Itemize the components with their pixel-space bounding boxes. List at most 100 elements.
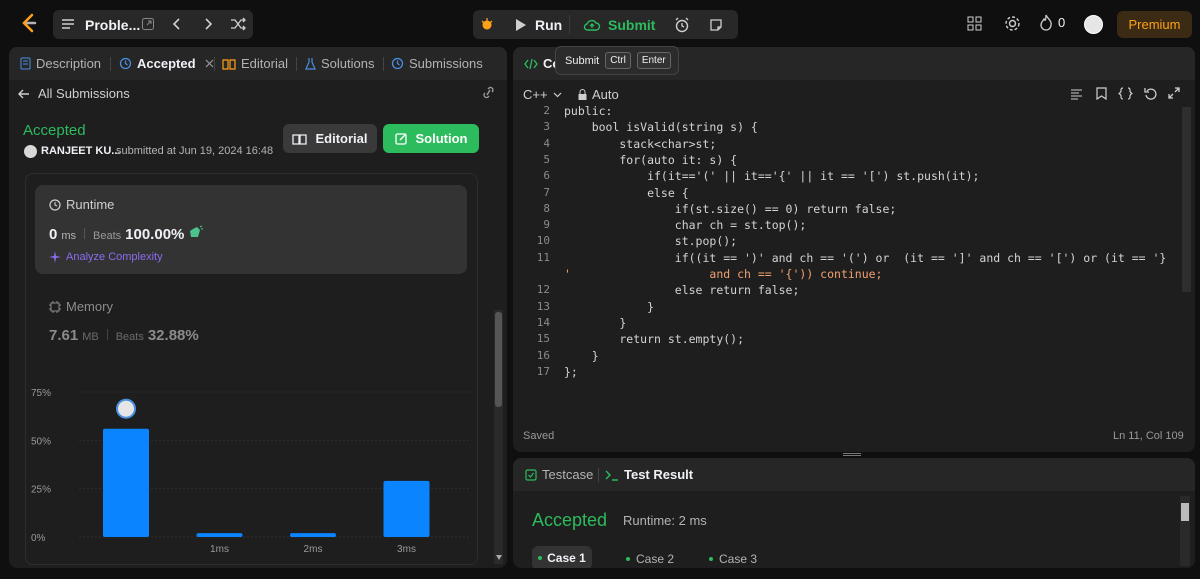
list-icon[interactable] — [61, 17, 75, 31]
tab-submissions[interactable]: Submissions — [391, 56, 483, 71]
line-number: 17 — [536, 364, 550, 378]
code-line[interactable]: else { — [564, 185, 689, 201]
case-1-tab[interactable]: Case 1 — [532, 546, 592, 568]
code-line[interactable]: else return false; — [564, 282, 800, 298]
tab-solutions[interactable]: Solutions — [305, 56, 374, 71]
code-line[interactable]: stack<char>st; — [564, 136, 716, 152]
tab-description[interactable]: Description — [20, 56, 101, 71]
beats-label: Beats — [93, 230, 122, 242]
checkbox-icon — [525, 468, 537, 481]
next-problem-button[interactable] — [194, 10, 222, 38]
layout-grid-icon[interactable] — [967, 16, 982, 31]
reset-icon[interactable] — [1144, 87, 1157, 100]
tab-label: Accepted — [137, 56, 196, 71]
y-tick-label: 50% — [31, 436, 51, 447]
settings-gear-icon[interactable] — [1004, 15, 1021, 32]
saved-status: Saved — [523, 430, 555, 442]
line-number: 10 — [536, 234, 550, 248]
analyze-complexity-link[interactable]: Analyze Complexity — [49, 251, 163, 263]
streak-counter[interactable]: 0 — [1039, 14, 1065, 31]
code-line[interactable]: if(st.size() == 0) return false; — [564, 201, 897, 217]
expand-icon[interactable] — [1168, 87, 1180, 99]
tab-testcase[interactable]: Testcase — [525, 467, 593, 482]
back-to-submissions-link[interactable]: All Submissions — [18, 86, 130, 101]
flask-icon — [305, 58, 316, 70]
divider — [296, 57, 297, 71]
code-line[interactable]: ' and ch == '{')) continue; — [564, 266, 883, 282]
line-number: 5 — [543, 152, 550, 166]
chevron-down-icon — [553, 92, 562, 97]
tab-label: Solutions — [321, 56, 375, 71]
tooltip-label: Submit — [565, 54, 600, 67]
result-scrollbar-thumb[interactable] — [1181, 503, 1189, 521]
lock-icon — [578, 89, 587, 100]
external-link-icon[interactable] — [141, 17, 155, 31]
link-icon[interactable] — [481, 86, 496, 99]
chart-bar[interactable] — [196, 533, 243, 537]
case-2-tab[interactable]: Case 2 — [626, 552, 674, 566]
scroll-down-arrow-icon[interactable] — [496, 555, 502, 560]
code-line[interactable]: }; — [564, 364, 578, 380]
document-icon — [20, 57, 31, 70]
panel-resize-handle[interactable] — [843, 453, 861, 456]
memory-title: Memory — [66, 299, 113, 314]
code-line[interactable]: if(it=='(' || it=='{' || it == '[') st.p… — [564, 168, 979, 184]
prev-problem-button[interactable] — [163, 10, 191, 38]
note-icon — [710, 18, 722, 31]
chart-bar[interactable] — [290, 533, 336, 537]
memory-section[interactable]: Memory — [49, 299, 113, 314]
line-number: 8 — [543, 201, 550, 215]
runtime-card[interactable]: Runtime 0 ms Beats 100.00% Analyze Compl… — [35, 185, 467, 274]
language-select[interactable]: C++ — [523, 87, 562, 102]
code-line[interactable]: } — [564, 299, 654, 315]
braces-icon[interactable] — [1118, 87, 1133, 100]
solution-button[interactable]: Solution — [383, 124, 479, 153]
bookmark-icon[interactable] — [1096, 87, 1107, 100]
code-line[interactable]: } — [564, 315, 626, 331]
run-button[interactable]: Run — [507, 10, 567, 39]
kbd-ctrl: Ctrl — [605, 52, 631, 69]
code-line[interactable]: char ch = st.top(); — [564, 217, 807, 233]
code-line[interactable]: public: — [564, 103, 612, 119]
tab-editorial[interactable]: Editorial — [222, 56, 288, 71]
close-icon[interactable] — [205, 59, 214, 68]
editorial-button[interactable]: Editorial — [283, 124, 377, 153]
editor-scrollbar[interactable] — [1182, 107, 1191, 292]
problem-list-button[interactable]: Proble... — [85, 17, 140, 33]
divider — [383, 57, 384, 71]
submit-button[interactable]: Submit — [577, 10, 663, 39]
tab-accepted[interactable]: Accepted — [119, 56, 214, 71]
code-line[interactable]: bool isValid(string s) { — [564, 119, 758, 135]
tab-test-result[interactable]: Test Result — [605, 467, 693, 482]
leetcode-logo-icon[interactable] — [18, 12, 40, 34]
fire-icon — [1040, 14, 1052, 31]
pass-dot-icon — [626, 557, 630, 561]
username[interactable]: RANJEET KU... — [41, 145, 120, 157]
auto-mode[interactable]: Auto — [578, 87, 619, 102]
chart-bar[interactable] — [383, 480, 430, 537]
debug-icon[interactable] — [479, 16, 495, 32]
clock-icon — [49, 198, 61, 211]
submit-label: Submit — [608, 16, 656, 33]
premium-button[interactable]: Premium — [1117, 11, 1192, 38]
divider — [598, 468, 599, 482]
case-3-tab[interactable]: Case 3 — [709, 552, 757, 566]
code-line[interactable]: return st.empty(); — [564, 331, 744, 347]
timer-button[interactable] — [667, 10, 697, 39]
notes-button[interactable] — [701, 10, 731, 39]
shuffle-icon[interactable] — [224, 10, 252, 38]
x-tick-label: 2ms — [304, 544, 323, 555]
code-line[interactable]: st.pop(); — [564, 233, 737, 249]
scrollbar-thumb[interactable] — [495, 312, 502, 407]
user-avatar[interactable] — [1084, 15, 1103, 34]
code-line[interactable]: for(auto it: s) { — [564, 152, 737, 168]
code-line[interactable]: } — [564, 348, 599, 364]
beats-label: Beats — [115, 331, 144, 343]
format-icon[interactable] — [1070, 88, 1083, 100]
line-number: 6 — [543, 169, 550, 183]
tab-label: Testcase — [542, 467, 594, 482]
code-line[interactable]: if((it == ')' and ch == '(') or (it == '… — [564, 250, 1167, 266]
result-runtime: Runtime: 2 ms — [623, 513, 707, 528]
chart-bar[interactable] — [103, 428, 149, 537]
tab-label: Test Result — [624, 467, 694, 482]
